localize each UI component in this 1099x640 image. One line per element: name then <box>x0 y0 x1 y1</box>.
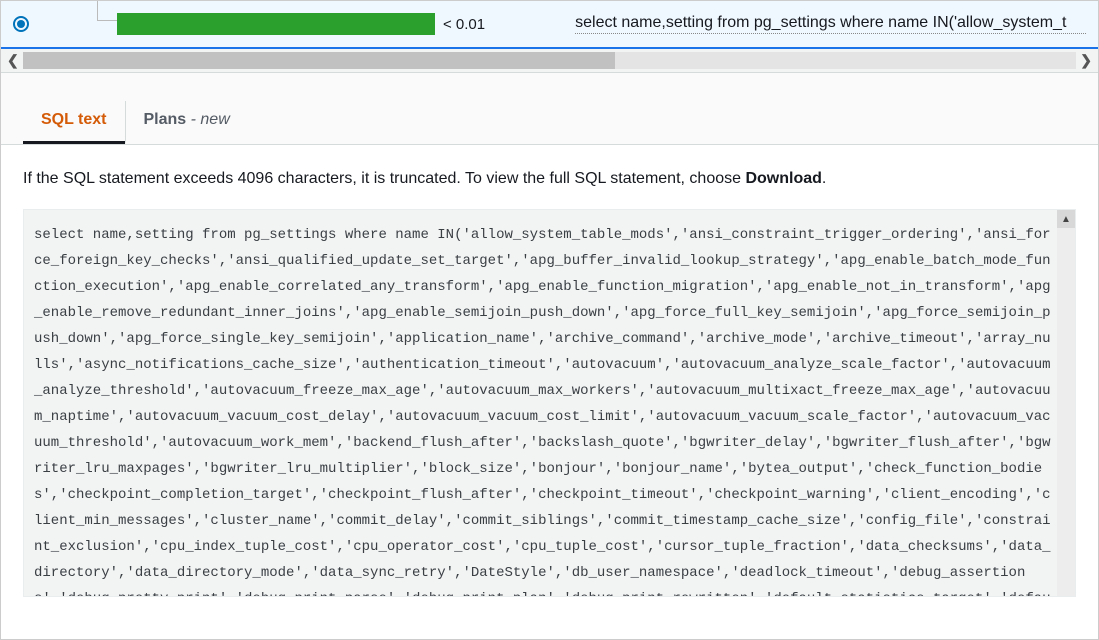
content-area: If the SQL statement exceeds 4096 charac… <box>1 145 1098 619</box>
sql-code-panel: select name,setting from pg_settings whe… <box>23 209 1076 597</box>
load-bar-fill <box>117 13 435 35</box>
sql-preview[interactable]: select name,setting from pg_settings whe… <box>575 14 1086 34</box>
scroll-right-icon[interactable]: ❯ <box>1080 52 1092 69</box>
horizontal-scrollbar[interactable]: ❮ ❯ <box>1 49 1098 73</box>
scrollbar-thumb[interactable] <box>23 52 615 69</box>
tab-label: Plans <box>144 111 187 128</box>
notice-suffix: . <box>822 170 826 187</box>
tab-label: SQL text <box>41 111 107 128</box>
scroll-up-icon[interactable]: ▲ <box>1057 210 1075 228</box>
tab-sql-text[interactable]: SQL text <box>23 101 125 144</box>
tab-bar: SQL text Plans - new <box>1 101 1098 144</box>
notice-prefix: If the SQL statement exceeds 4096 charac… <box>23 170 745 187</box>
load-value: < 0.01 <box>443 16 485 33</box>
sql-code-text[interactable]: select name,setting from pg_settings whe… <box>24 210 1075 597</box>
scroll-left-icon[interactable]: ❮ <box>7 52 19 69</box>
query-row[interactable]: < 0.01 select name,setting from pg_setti… <box>1 1 1098 49</box>
tabs-area: SQL text Plans - new <box>1 73 1098 145</box>
radio-dot <box>17 20 25 28</box>
tab-plans[interactable]: Plans - new <box>125 101 248 144</box>
notice-download: Download <box>745 170 821 187</box>
tab-new-suffix: - new <box>186 111 230 128</box>
vertical-scrollbar[interactable]: ▲ <box>1057 210 1075 596</box>
truncate-notice: If the SQL statement exceeds 4096 charac… <box>23 167 1076 191</box>
radio-select[interactable] <box>13 16 29 32</box>
load-bar <box>117 13 435 35</box>
